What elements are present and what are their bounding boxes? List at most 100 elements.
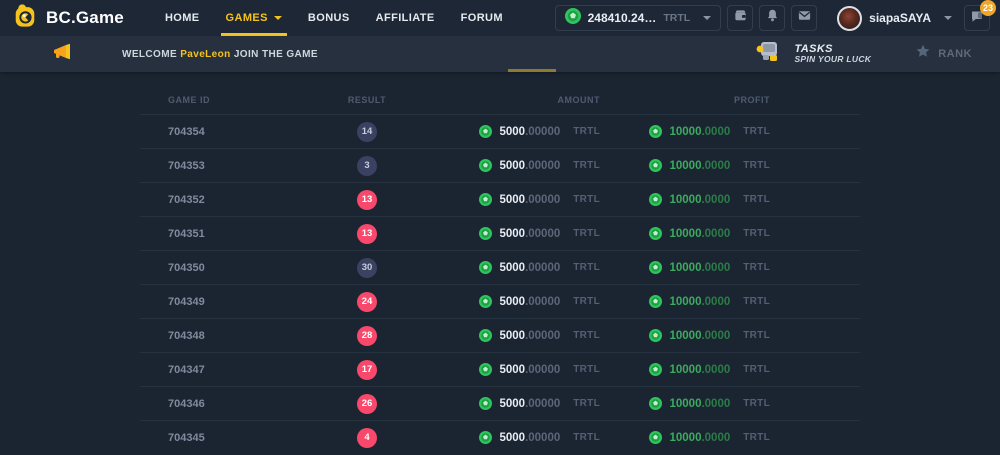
trtl-coin-icon xyxy=(649,227,662,240)
brand-logo[interactable]: BC.Game xyxy=(12,3,124,34)
balance-amount: 248410.24… xyxy=(588,11,657,25)
spin-machine-icon xyxy=(754,39,784,70)
avatar xyxy=(837,6,862,31)
table-row[interactable]: 704352 13 5000.00000 TRTL 10000.0000 TRT… xyxy=(140,182,860,216)
tasks-subtitle: SPIN YOUR LUCK xyxy=(794,55,871,65)
table-row[interactable]: 704353 3 5000.00000 TRTL 10000.0000 TRTL xyxy=(140,148,860,182)
trtl-coin-icon xyxy=(479,329,492,342)
nav-item-games[interactable]: GAMES xyxy=(213,0,295,36)
profit-cell: 10000.0000 TRTL xyxy=(649,159,770,172)
profit-cell: 10000.0000 TRTL xyxy=(649,363,770,376)
amount-cell: 5000.00000 TRTL xyxy=(479,193,600,206)
notifications-button[interactable] xyxy=(759,5,785,31)
header-amount: AMOUNT xyxy=(558,95,601,105)
table-row[interactable]: 704354 14 5000.00000 TRTL 10000.0000 TRT… xyxy=(140,114,860,148)
main-content: GAME ID RESULT AMOUNT PROFIT 704354 14 5… xyxy=(0,72,1000,454)
chevron-down-icon xyxy=(703,16,711,20)
game-id: 704349 xyxy=(168,296,327,308)
trtl-coin-icon xyxy=(479,397,492,410)
trtl-coin-icon xyxy=(479,431,492,444)
profit-cell: 10000.0000 TRTL xyxy=(649,125,770,138)
game-id: 704347 xyxy=(168,364,327,376)
profit-cell: 10000.0000 TRTL xyxy=(649,193,770,206)
chat-button[interactable]: 23 xyxy=(964,5,990,31)
game-id: 704350 xyxy=(168,262,327,274)
nav-item-home[interactable]: HOME xyxy=(152,0,213,36)
result-badge: 13 xyxy=(357,224,377,244)
game-id: 704346 xyxy=(168,398,327,410)
trtl-coin-icon xyxy=(649,397,662,410)
game-id: 704353 xyxy=(168,160,327,172)
messages-button[interactable] xyxy=(791,5,817,31)
welcome-message: WELCOME PaveLeon JOIN THE GAME xyxy=(122,49,318,60)
announcement-banner: WELCOME PaveLeon JOIN THE GAME TASKS SPI… xyxy=(0,36,1000,72)
profit-cell: 10000.0000 TRTL xyxy=(649,431,770,444)
header-result: RESULT xyxy=(348,95,386,105)
result-badge: 4 xyxy=(357,428,377,448)
table-row[interactable]: 704346 26 5000.00000 TRTL 10000.0000 TRT… xyxy=(140,386,860,420)
wallet-button[interactable] xyxy=(727,5,753,31)
amount-cell: 5000.00000 TRTL xyxy=(479,363,600,376)
scroll-indicator[interactable] xyxy=(508,69,556,72)
profit-cell: 10000.0000 TRTL xyxy=(649,329,770,342)
header-game-id: GAME ID xyxy=(168,95,327,105)
star-icon xyxy=(915,44,931,64)
profit-cell: 10000.0000 TRTL xyxy=(649,227,770,240)
game-id: 704345 xyxy=(168,432,327,444)
trtl-coin-icon xyxy=(649,329,662,342)
table-row[interactable]: 704348 28 5000.00000 TRTL 10000.0000 TRT… xyxy=(140,318,860,352)
nav-item-affiliate[interactable]: AFFILIATE xyxy=(363,0,448,36)
result-badge: 30 xyxy=(357,258,377,278)
result-badge: 28 xyxy=(357,326,377,346)
trtl-coin-icon xyxy=(479,227,492,240)
top-right-controls: 248410.24… TRTL siapaSAYA xyxy=(555,5,990,31)
amount-cell: 5000.00000 TRTL xyxy=(479,159,600,172)
trtl-coin-icon xyxy=(479,125,492,138)
trtl-coin-icon xyxy=(649,363,662,376)
game-id: 704351 xyxy=(168,228,327,240)
mail-icon xyxy=(797,8,812,28)
amount-cell: 5000.00000 TRTL xyxy=(479,125,600,138)
game-id: 704348 xyxy=(168,330,327,342)
brand-name: BC.Game xyxy=(46,8,124,28)
nav-item-bonus[interactable]: BONUS xyxy=(295,0,363,36)
table-row[interactable]: 704350 30 5000.00000 TRTL 10000.0000 TRT… xyxy=(140,250,860,284)
bcgame-logo-icon xyxy=(12,3,38,34)
table-row[interactable]: 704347 17 5000.00000 TRTL 10000.0000 TRT… xyxy=(140,352,860,386)
trtl-coin-icon xyxy=(649,261,662,274)
balance-selector[interactable]: 248410.24… TRTL xyxy=(555,5,722,31)
amount-cell: 5000.00000 TRTL xyxy=(479,329,600,342)
wallet-icon xyxy=(733,8,748,28)
game-id: 704352 xyxy=(168,194,327,206)
rank-label: RANK xyxy=(938,48,972,60)
profit-cell: 10000.0000 TRTL xyxy=(649,261,770,274)
chevron-down-icon xyxy=(274,16,282,20)
tasks-widget[interactable]: TASKS SPIN YOUR LUCK xyxy=(754,39,871,70)
rank-widget[interactable]: RANK xyxy=(915,44,972,64)
header-profit: PROFIT xyxy=(734,95,770,105)
profit-cell: 10000.0000 TRTL xyxy=(649,295,770,308)
trtl-coin-icon xyxy=(479,363,492,376)
table-row[interactable]: 704349 24 5000.00000 TRTL 10000.0000 TRT… xyxy=(140,284,860,318)
game-history-table: GAME ID RESULT AMOUNT PROFIT 704354 14 5… xyxy=(140,86,860,454)
trtl-coin-icon xyxy=(649,431,662,444)
result-badge: 14 xyxy=(357,122,377,142)
username: siapaSAYA xyxy=(869,11,931,25)
result-badge: 24 xyxy=(357,292,377,312)
table-row[interactable]: 704351 13 5000.00000 TRTL 10000.0000 TRT… xyxy=(140,216,860,250)
result-badge: 13 xyxy=(357,190,377,210)
amount-cell: 5000.00000 TRTL xyxy=(479,397,600,410)
trtl-coin-icon xyxy=(565,8,581,29)
nav-item-forum[interactable]: FORUM xyxy=(448,0,516,36)
welcomed-username: PaveLeon xyxy=(180,49,230,60)
amount-cell: 5000.00000 TRTL xyxy=(479,261,600,274)
megaphone-icon xyxy=(52,42,74,67)
profit-cell: 10000.0000 TRTL xyxy=(649,397,770,410)
table-row[interactable]: 704345 4 5000.00000 TRTL 10000.0000 TRTL xyxy=(140,420,860,454)
balance-currency: TRTL xyxy=(663,12,690,24)
user-menu[interactable]: siapaSAYA xyxy=(837,6,952,31)
game-id: 704354 xyxy=(168,126,327,138)
trtl-coin-icon xyxy=(479,261,492,274)
result-badge: 26 xyxy=(357,394,377,414)
trtl-coin-icon xyxy=(649,159,662,172)
